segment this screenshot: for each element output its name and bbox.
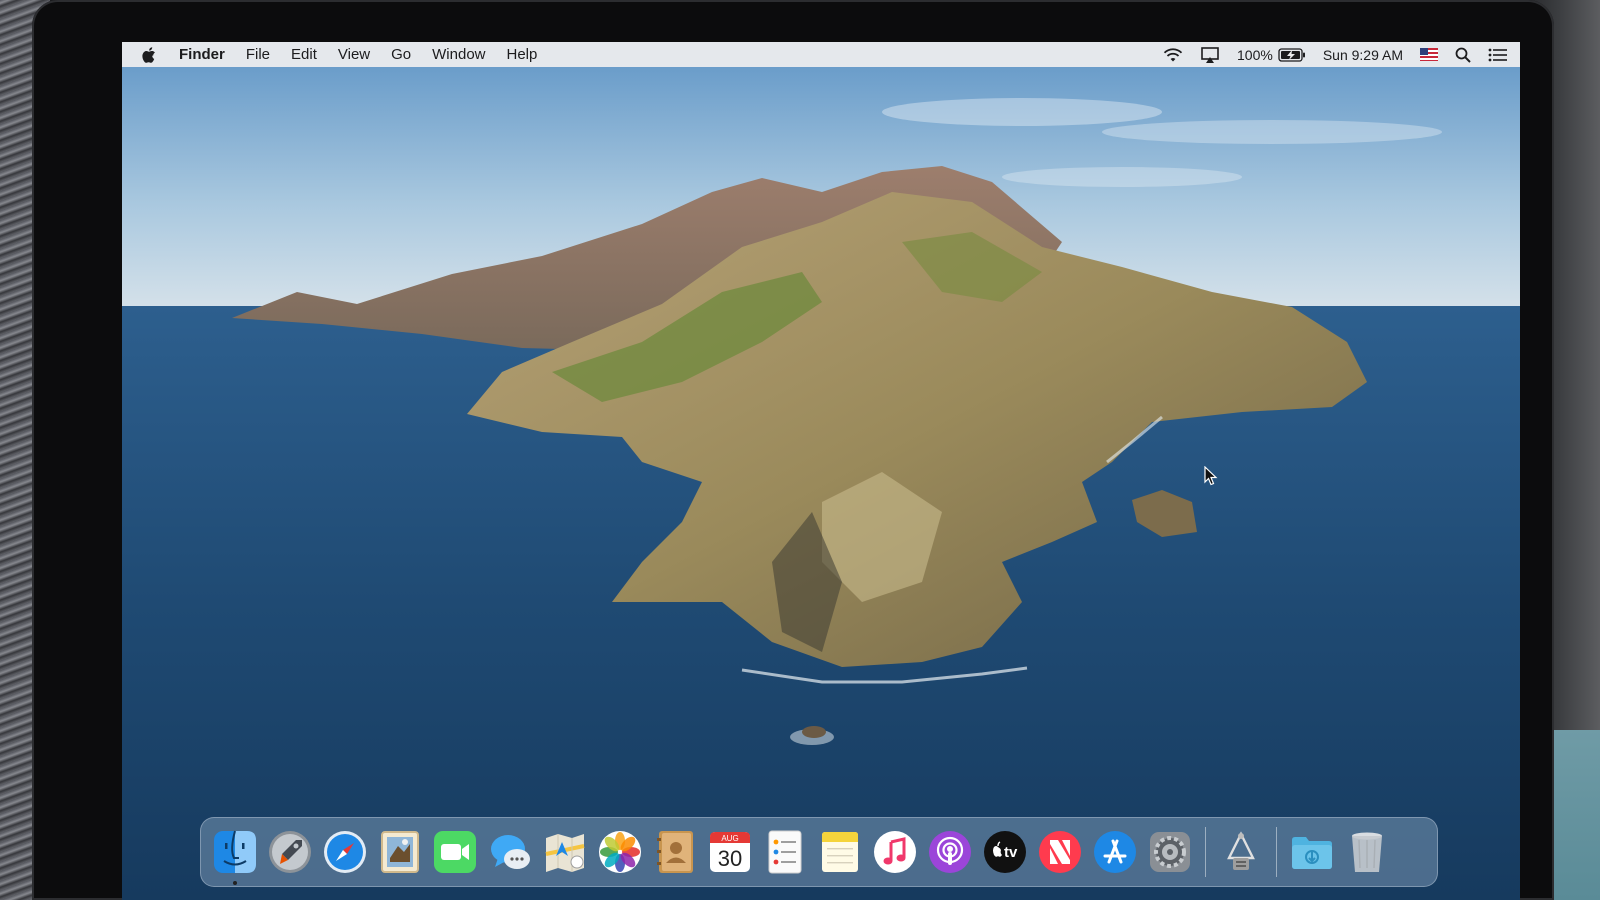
facetime-icon xyxy=(434,831,476,873)
dock-trash[interactable] xyxy=(1343,828,1391,876)
dock-facetime[interactable] xyxy=(431,828,479,876)
dock-music[interactable] xyxy=(871,828,919,876)
system-preferences-icon xyxy=(1150,832,1190,872)
dock-archive-utility[interactable] xyxy=(1217,828,1265,876)
menu-go[interactable]: Go xyxy=(391,46,411,63)
dock-downloads-folder[interactable] xyxy=(1288,828,1336,876)
calendar-month: AUG xyxy=(721,834,738,843)
dock-maps[interactable] xyxy=(541,828,589,876)
launchpad-icon xyxy=(269,831,311,873)
apple-tv-label: tv xyxy=(1004,844,1018,861)
menu-file[interactable]: File xyxy=(246,46,270,63)
dock-launchpad[interactable] xyxy=(266,828,314,876)
apple-menu-icon[interactable] xyxy=(142,46,158,64)
downloads-folder-icon xyxy=(1292,837,1332,869)
dock-mail[interactable] xyxy=(376,828,424,876)
dock-apple-tv[interactable]: tv xyxy=(981,828,1029,876)
contacts-icon xyxy=(657,831,693,873)
dock-reminders[interactable] xyxy=(761,828,809,876)
news-icon xyxy=(1039,831,1081,873)
apple-tv-icon: tv xyxy=(984,831,1026,873)
reminders-icon xyxy=(768,830,802,874)
notes-icon xyxy=(822,832,858,872)
dock-podcasts[interactable] xyxy=(926,828,974,876)
desktop-wallpaper xyxy=(122,42,1520,900)
spotlight-search-icon[interactable] xyxy=(1455,47,1471,63)
menu-help[interactable]: Help xyxy=(507,46,538,63)
finder-icon xyxy=(214,830,256,873)
menu-edit[interactable]: Edit xyxy=(291,46,317,63)
battery-percent: 100% xyxy=(1237,46,1273,63)
input-source-flag-icon[interactable] xyxy=(1420,48,1438,61)
dock-calendar[interactable]: AUG 30 xyxy=(706,828,754,876)
laptop-bezel: Finder File Edit View Go Window Help 100… xyxy=(32,0,1554,900)
dock-separator xyxy=(1205,827,1206,877)
wifi-icon[interactable] xyxy=(1163,47,1183,63)
airplay-icon[interactable] xyxy=(1200,46,1220,63)
trash-icon xyxy=(1352,832,1382,872)
music-icon xyxy=(874,831,916,873)
menu-window[interactable]: Window xyxy=(432,46,485,63)
dock-messages[interactable] xyxy=(486,828,534,876)
calendar-icon: AUG 30 xyxy=(710,832,750,872)
dock-news[interactable] xyxy=(1036,828,1084,876)
calendar-day: 30 xyxy=(718,846,742,871)
dock-finder[interactable] xyxy=(211,828,259,885)
dock-separator xyxy=(1276,827,1277,877)
menu-bar: Finder File Edit View Go Window Help 100… xyxy=(122,42,1520,67)
podcasts-icon xyxy=(929,831,971,873)
dock-safari[interactable] xyxy=(321,828,369,876)
safari-icon xyxy=(324,831,366,873)
dock-photos[interactable] xyxy=(596,828,644,876)
dock-notes[interactable] xyxy=(816,828,864,876)
messages-icon xyxy=(491,835,530,869)
maps-icon xyxy=(545,834,585,872)
desktop-screen: Finder File Edit View Go Window Help 100… xyxy=(122,42,1520,900)
mail-icon xyxy=(381,831,419,873)
dock-contacts[interactable] xyxy=(651,828,699,876)
running-indicator xyxy=(233,881,237,885)
dock: AUG 30 tv xyxy=(200,817,1438,887)
app-store-icon xyxy=(1094,831,1136,873)
notification-center-icon[interactable] xyxy=(1488,48,1508,62)
dock-system-preferences[interactable] xyxy=(1146,828,1194,876)
mouse-pointer-icon xyxy=(1204,466,1218,486)
menu-app-name[interactable]: Finder xyxy=(179,46,225,63)
dock-app-store[interactable] xyxy=(1091,828,1139,876)
archive-utility-icon xyxy=(1227,831,1255,870)
battery-charging-icon[interactable] xyxy=(1278,47,1306,62)
menu-clock[interactable]: Sun 9:29 AM xyxy=(1323,47,1403,63)
photos-icon xyxy=(599,831,641,873)
menu-view[interactable]: View xyxy=(338,46,370,63)
